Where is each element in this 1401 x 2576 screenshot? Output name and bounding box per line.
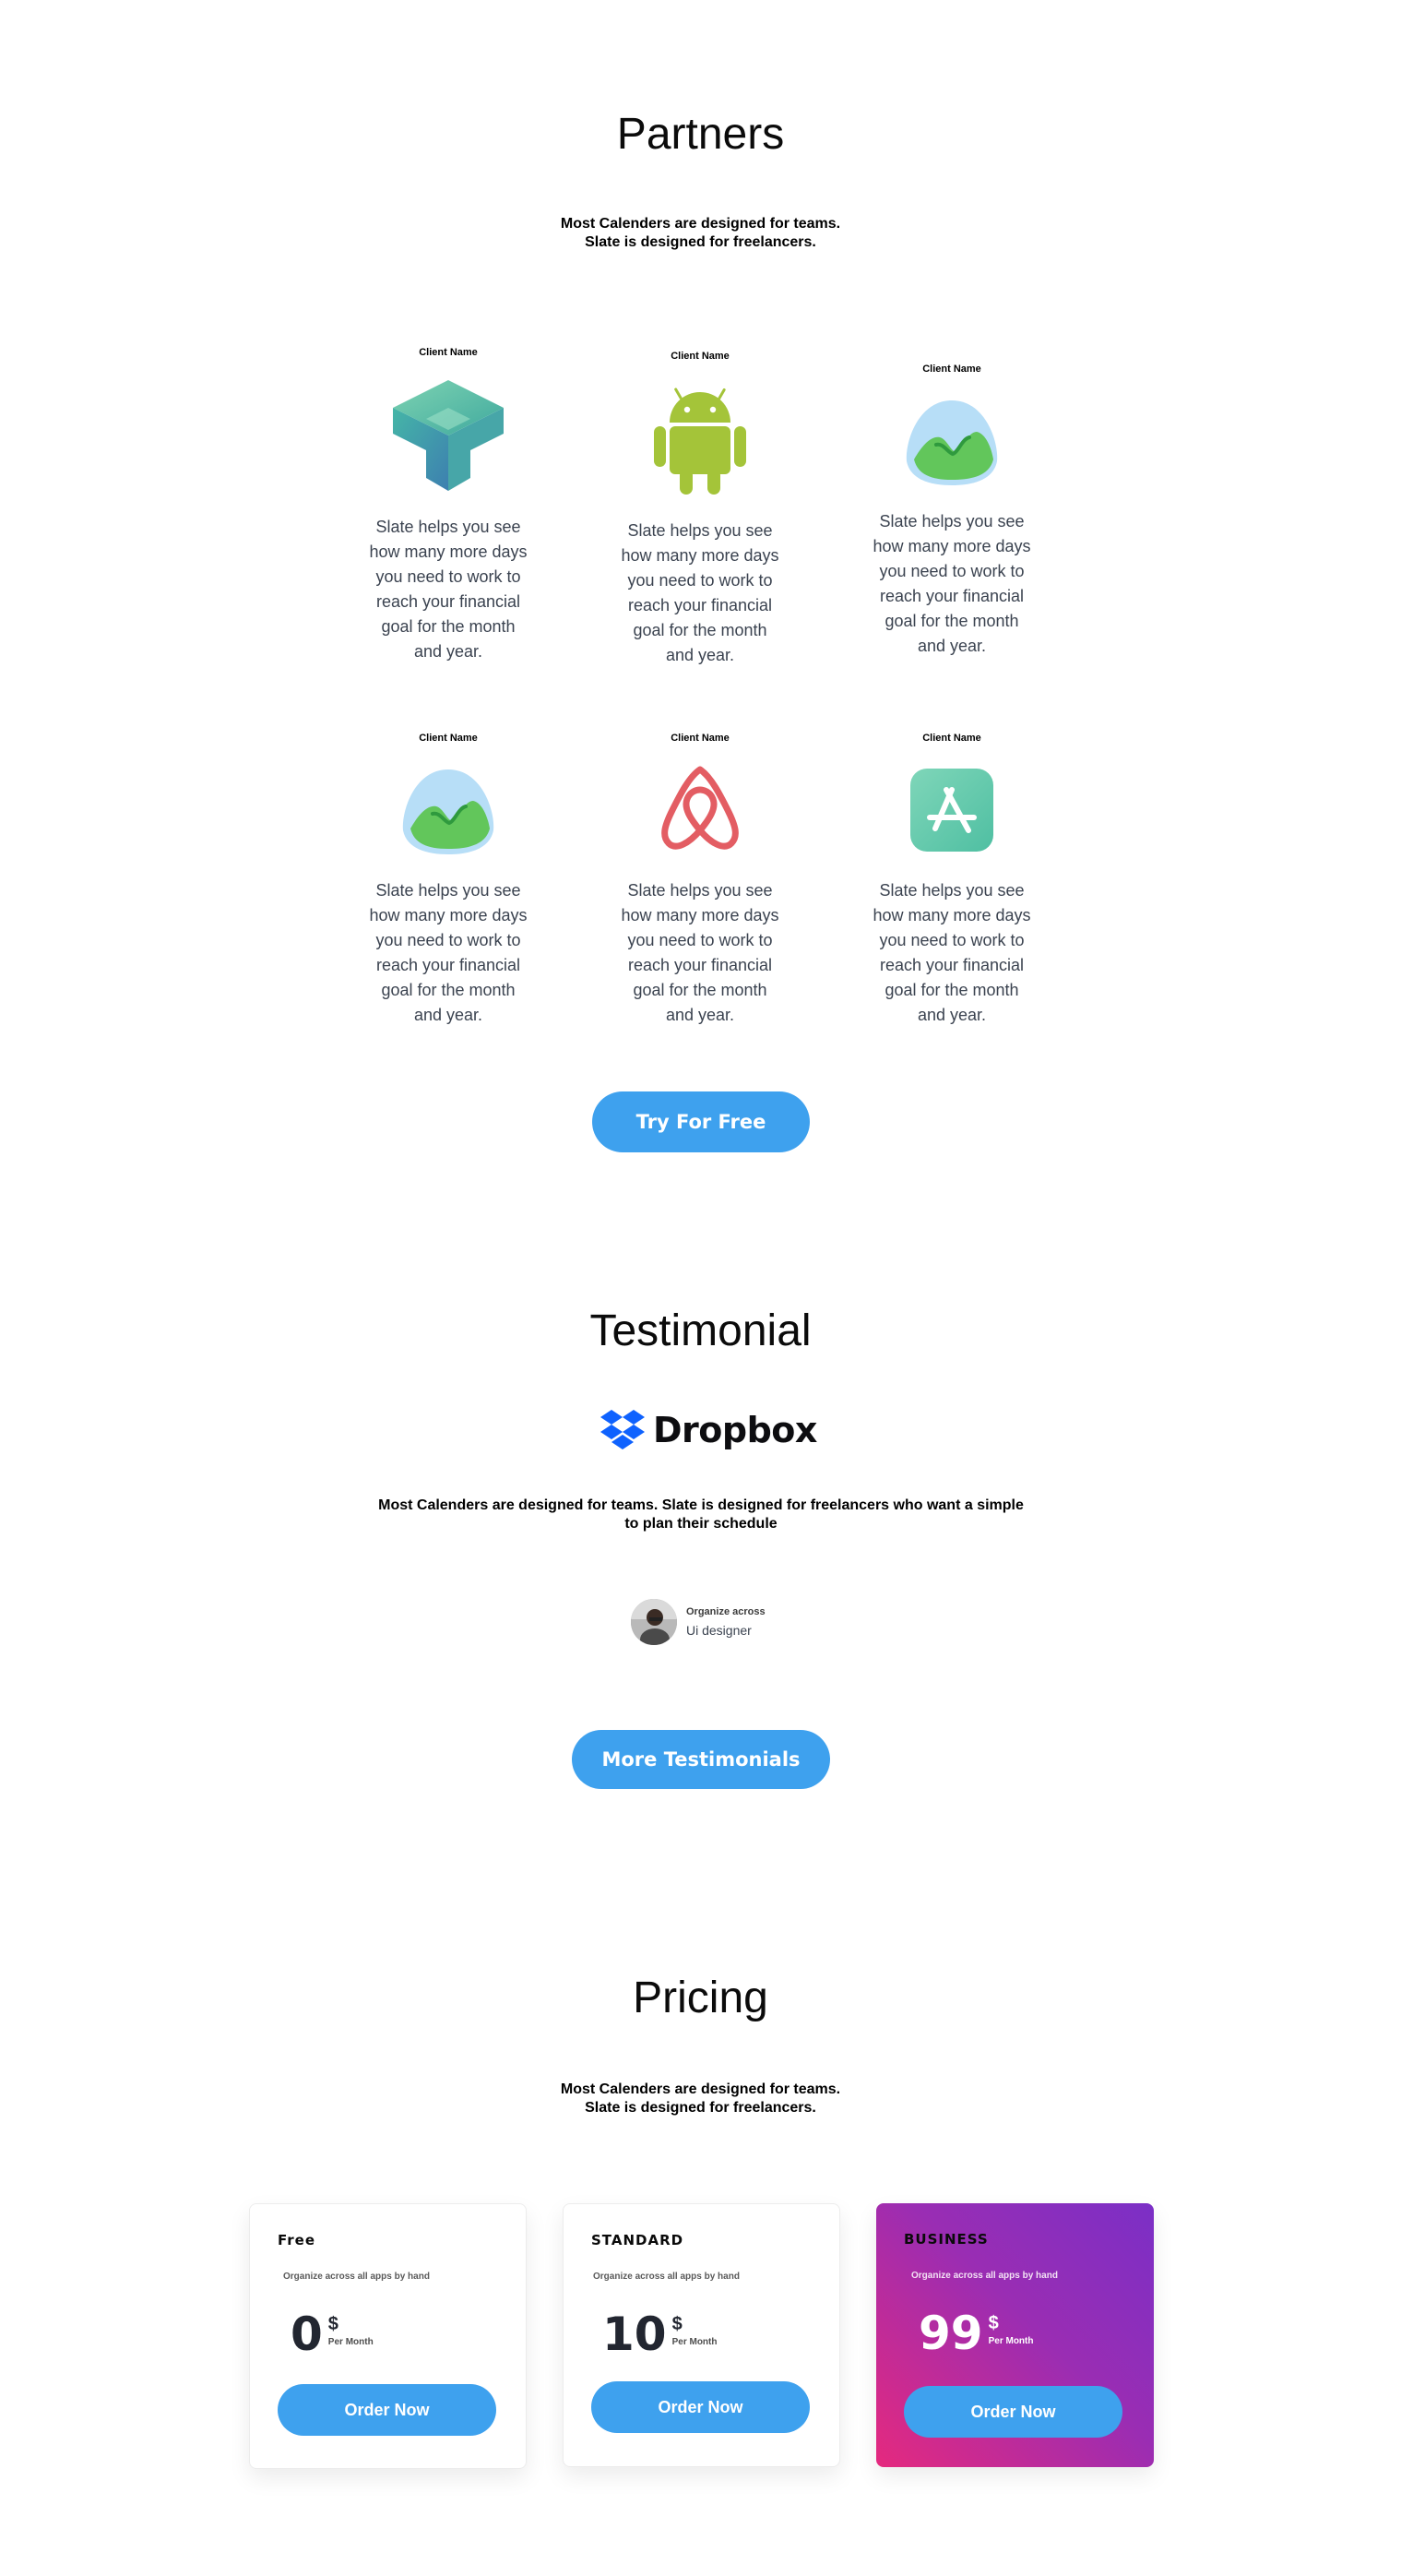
partner-description: Slate helps you see how many more days y… [621, 881, 779, 1024]
plan-price: 10 $ Per Month [602, 2308, 717, 2361]
dropbox-icon [600, 1410, 645, 1449]
price-period: Per Month [327, 2337, 374, 2347]
partner-description: Slate helps you see how many more days y… [873, 512, 1031, 655]
order-now-button[interactable]: Order Now [591, 2381, 810, 2433]
price-period: Per Month [671, 2337, 718, 2347]
partners-title: Partners [616, 110, 785, 159]
plan-description: Organize across all apps by hand [283, 2272, 430, 2282]
dropbox-wordmark: Dropbox [653, 1410, 817, 1450]
plan-name: STANDARD [591, 2232, 684, 2248]
plan-description: Organize across all apps by hand [911, 2271, 1058, 2281]
pricing-card-free: Free Organize across all apps by hand 0 … [249, 2203, 527, 2469]
partner-name: Client Name [671, 351, 730, 362]
airbnb-icon [643, 764, 757, 856]
testimonial-title: Testimonial [589, 1306, 812, 1355]
testimonial-quote-line2: to plan their schedule [624, 1516, 778, 1532]
testimonial-author: Organize across Ui designer [631, 1599, 766, 1645]
partner-description: Slate helps you see how many more days y… [873, 881, 1031, 1024]
partner-name: Client Name [922, 364, 981, 375]
basecamp-icon [391, 764, 505, 856]
partners-subtitle-line1: Most Calenders are designed for teams. [560, 216, 841, 232]
more-testimonials-button[interactable]: More Testimonials [572, 1730, 830, 1789]
price-currency: $ [988, 2313, 999, 2333]
partner-card-6: Client Name Slate helps you see how many… [864, 733, 1039, 1028]
price-currency: $ [671, 2314, 683, 2334]
price-amount: 99 [919, 2307, 983, 2360]
dropbox-logo: Dropbox [600, 1410, 817, 1450]
android-icon [643, 382, 757, 496]
author-name: Organize across [686, 1606, 766, 1617]
partner-description: Slate helps you see how many more days y… [621, 521, 779, 664]
try-for-free-button[interactable]: Try For Free [592, 1091, 810, 1152]
pricing-subtitle-line2: Slate is designed for freelancers. [585, 2100, 816, 2116]
partner-name: Client Name [922, 733, 981, 744]
partner-card-4: Client Name Slate helps you see how many… [361, 733, 536, 1028]
partner-card-1: Client Name Slate helps you see how many… [361, 347, 536, 664]
pricing-title: Pricing [633, 1974, 768, 2022]
partner-description: Slate helps you see how many more days y… [369, 881, 528, 1024]
partner-card-5: Client Name Slate helps you see how many… [612, 733, 788, 1028]
partners-subtitle-line2: Slate is designed for freelancers. [585, 234, 816, 250]
partner-card-2: Client Name Slate helps you see how many… [612, 351, 788, 668]
partner-description: Slate helps you see how many more days y… [369, 518, 528, 661]
partner-name: Client Name [419, 733, 478, 744]
basecamp-icon [895, 395, 1009, 487]
plan-name: Free [278, 2232, 316, 2248]
price-period: Per Month [988, 2336, 1034, 2346]
partner-name: Client Name [671, 733, 730, 744]
plan-price: 99 $ Per Month [919, 2307, 1033, 2360]
plan-price: 0 $ Per Month [291, 2308, 374, 2361]
price-amount: 0 [291, 2308, 323, 2361]
author-role: Ui designer [686, 1623, 752, 1638]
price-currency: $ [327, 2314, 338, 2334]
pricing-card-standard: STANDARD Organize across all apps by han… [563, 2203, 840, 2467]
author-info: Organize across Ui designer [686, 1606, 766, 1638]
cube-icon [391, 378, 505, 493]
price-amount: 10 [602, 2308, 667, 2361]
order-now-button[interactable]: Order Now [904, 2386, 1122, 2438]
order-now-button[interactable]: Order Now [278, 2384, 496, 2436]
app-store-icon [895, 764, 1009, 856]
plan-name: BUSINESS [904, 2231, 989, 2248]
partner-card-3: Client Name Slate helps you see how many… [864, 364, 1039, 659]
partner-name: Client Name [419, 347, 478, 358]
testimonial-quote: Most Calenders are designed for teams. S… [369, 1497, 1033, 1533]
pricing-card-business: BUSINESS Organize across all apps by han… [876, 2203, 1154, 2467]
testimonial-quote-line1: Most Calenders are designed for teams. S… [378, 1497, 1024, 1513]
plan-description: Organize across all apps by hand [593, 2272, 740, 2282]
partners-subtitle: Most Calenders are designed for teams. S… [0, 215, 1401, 252]
avatar [631, 1599, 677, 1645]
pricing-subtitle-line1: Most Calenders are designed for teams. [560, 2081, 841, 2097]
pricing-subtitle: Most Calenders are designed for teams. S… [0, 2081, 1401, 2117]
